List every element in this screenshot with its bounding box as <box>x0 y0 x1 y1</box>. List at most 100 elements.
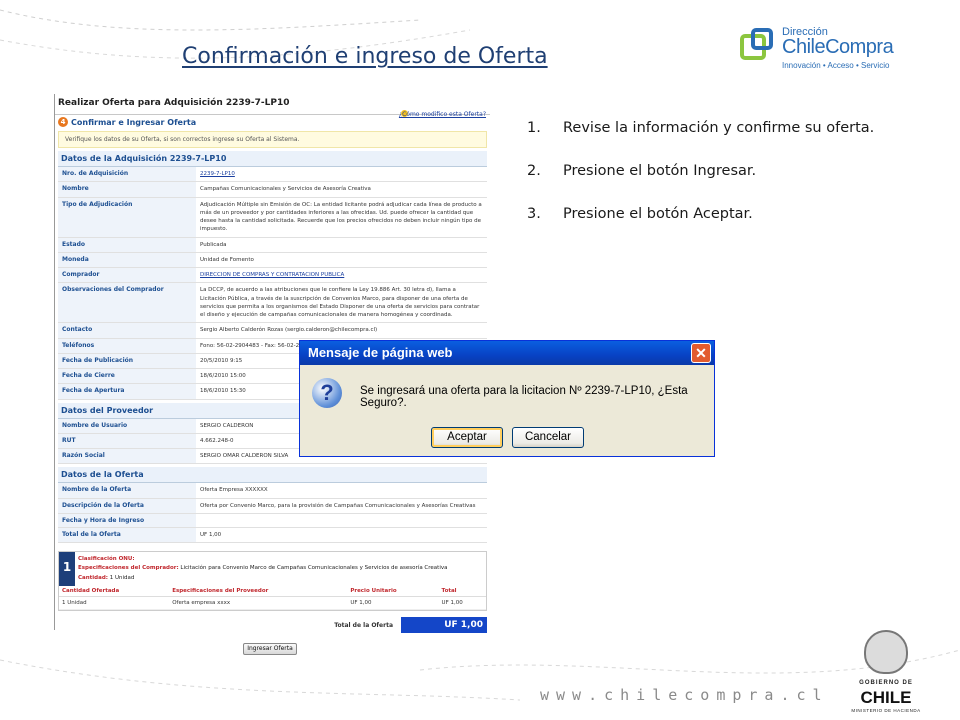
instruction-number: 1. <box>527 120 541 136</box>
detail-row: Moneda Unidad de Fomento <box>58 252 487 268</box>
logo-name-text: ChileCompra <box>782 36 894 58</box>
detail-key: Razón Social <box>58 449 196 464</box>
detail-value: Adjudicación Múltiple sin Emisión de OC:… <box>200 201 482 233</box>
dialog-title: Mensaje de página web <box>308 345 453 360</box>
instruction-text: Presione el botón Aceptar. <box>563 206 753 223</box>
portal-header: Realizar Oferta para Adquisición 2239-7-… <box>58 98 290 108</box>
detail-row: Comprador DIRECCION DE COMPRAS Y CONTRATA… <box>58 268 487 284</box>
detail-key: Nombre <box>58 182 196 197</box>
verify-note: Verifique los datos de su Oferta, si son… <box>58 131 487 148</box>
col-header: Cantidad Ofertada <box>59 586 170 598</box>
detail-value: Publicada <box>200 241 227 248</box>
detail-link[interactable]: DIRECCION DE COMPRAS Y CONTRATACION PUBL… <box>196 268 487 282</box>
detail-row: Nombre Campañas Comunicacionales y Servic… <box>58 182 487 198</box>
instruction-text: Revise la información y confirme su ofer… <box>563 120 875 136</box>
table-cell: 1 Unidad <box>59 596 170 611</box>
detail-row: Descripción de la Oferta Oferta por Conve… <box>58 498 487 514</box>
detail-key: Total de la Oferta <box>58 527 196 542</box>
detail-row: Total de la Oferta UF 1,00 <box>58 527 487 543</box>
table-cell: UF 1,00 <box>438 596 486 611</box>
item-info: Clasificación ONU: Especificaciones del … <box>75 552 486 586</box>
gobierno-seal-icon <box>864 630 908 674</box>
offer-total-label: Total de la Oferta <box>334 621 393 629</box>
especificaciones-label: Especificaciones del Comprador: <box>78 565 179 572</box>
detail-value: Sergio Alberto Calderón Rozas (sergio.ca… <box>200 327 378 334</box>
detail-key: Fecha de Cierre <box>58 369 196 384</box>
dialog-message: Se ingresará una oferta para la licitaci… <box>360 385 688 409</box>
detail-value <box>196 514 487 527</box>
help-link[interactable]: ¿Cómo modifico esta Oferta? <box>399 111 486 118</box>
detail-value: Oferta Empresa XXXXXX <box>200 487 268 494</box>
detail-key: Moneda <box>58 252 196 267</box>
detail-key: Tipo de Adjudicación <box>58 197 196 237</box>
detail-key: Nombre de Usuario <box>58 418 196 433</box>
clasificacion-label: Clasificación ONU: <box>78 556 135 562</box>
detail-value: Campañas Comunicacionales y Servicios de… <box>200 186 371 193</box>
dialog-title-bar: Mensaje de página web ✕ <box>300 341 714 365</box>
detail-value: La DCCP, de acuerdo a las atribuciones q… <box>200 287 480 318</box>
detail-key: Contacto <box>58 323 196 338</box>
instruction-list: 1. Revise la información y confirme su of… <box>527 118 875 247</box>
detail-key: Nombre de la Oferta <box>58 483 196 498</box>
slide: Confirmación e ingreso de Oferta Direcci… <box>0 0 960 720</box>
instruction-number: 3. <box>527 206 541 223</box>
seal-ministerio-text: MINISTERIO DE HACIENDA <box>851 708 921 713</box>
chilecompra-logo: Dirección ChileCompra Innovación • Acces… <box>740 26 920 76</box>
step-label: Confirmar e Ingresar Oferta <box>71 117 197 127</box>
cancelar-button[interactable]: Cancelar <box>512 427 584 448</box>
detail-row: Estado Publicada <box>58 237 487 253</box>
instruction-number: 2. <box>527 163 541 180</box>
detail-key: Fecha de Apertura <box>58 384 196 399</box>
detail-row: Tipo de Adjudicación Adjudicación Múltipl… <box>58 197 487 238</box>
col-header: Especificaciones del Proveedor <box>169 586 348 598</box>
detail-key: Comprador <box>58 268 196 283</box>
seal-chile-text: CHILE <box>860 688 912 707</box>
detail-key: Fecha de Publicación <box>58 353 196 368</box>
close-icon[interactable]: ✕ <box>691 343 711 363</box>
question-icon: ? <box>312 378 342 408</box>
slide-title: Confirmación e ingreso de Oferta <box>182 44 548 69</box>
detail-value: Oferta por Convenio Marco, para la provi… <box>200 502 476 509</box>
instruction-item: 2. Presione el botón Ingresar. <box>527 161 875 182</box>
footer-url: www.chilecompra.cl <box>540 686 829 704</box>
section-title: Datos de la Oferta <box>58 467 487 484</box>
detail-key: Descripción de la Oferta <box>58 498 196 513</box>
detail-row: Nro. de Adquisición 2239-7-LP10 <box>58 167 487 183</box>
item-table: Cantidad Ofertada Especificaciones del P… <box>59 586 486 611</box>
detail-row: Fecha y Hora de Ingreso <box>58 513 487 528</box>
detail-key: Observaciones del Comprador <box>58 283 196 323</box>
table-cell: UF 1,00 <box>347 596 439 611</box>
detail-row: Nombre de la Oferta Oferta Empresa XXXXXX <box>58 483 487 499</box>
detail-key: Teléfonos <box>58 338 196 353</box>
logo-tagline: Innovación • Acceso • Servicio <box>782 61 890 70</box>
step-number-icon: 4 <box>58 117 68 127</box>
section-title: Datos de la Adquisición 2239-7-LP10 <box>58 151 487 167</box>
especificaciones-value: Licitación para Convenio Marco de Campañ… <box>180 565 448 572</box>
detail-row: Contacto Sergio Alberto Calderón Rozas (s… <box>58 323 487 339</box>
detail-key: Estado <box>58 237 196 252</box>
gobierno-seal: GOBIERNO DE CHILE MINISTERIO DE HACIENDA <box>848 630 924 716</box>
detail-link[interactable]: 2239-7-LP10 <box>196 167 487 181</box>
detail-key: Nro. de Adquisición <box>58 167 196 182</box>
col-header: Total <box>438 586 486 598</box>
cantidad-value: 1 Unidad <box>109 574 135 581</box>
table-row: 1 Unidad Oferta empresa xxxx UF 1,00 UF … <box>59 596 486 611</box>
offer-total-row: Total de la Oferta UF 1,00 <box>58 617 487 634</box>
col-header: Precio Unitario <box>347 586 439 598</box>
detail-row: Observaciones del Comprador La DCCP, de a… <box>58 283 487 324</box>
ingresar-oferta-button[interactable]: Ingresar Oferta <box>243 643 297 655</box>
logo-blue-square-icon <box>751 28 773 50</box>
detail-value: UF 1,00 <box>200 531 222 538</box>
aceptar-button[interactable]: Aceptar <box>431 427 503 448</box>
instruction-text: Presione el botón Ingresar. <box>563 163 757 180</box>
detail-key: RUT <box>58 433 196 448</box>
item-header: 1 Clasificación ONU: Especificaciones de… <box>59 552 486 587</box>
item-number: 1 <box>59 552 75 587</box>
item-box: 1 Clasificación ONU: Especificaciones de… <box>58 551 487 612</box>
instruction-item: 1. Revise la información y confirme su of… <box>527 118 875 139</box>
confirm-dialog: Mensaje de página web ✕ ? Se ingresará u… <box>299 340 715 457</box>
instruction-item: 3. Presione el botón Aceptar. <box>527 204 875 225</box>
seal-gobierno-text: GOBIERNO DE <box>859 680 913 686</box>
detail-value: Unidad de Fomento <box>200 256 254 263</box>
cantidad-label: Cantidad: <box>78 574 108 581</box>
